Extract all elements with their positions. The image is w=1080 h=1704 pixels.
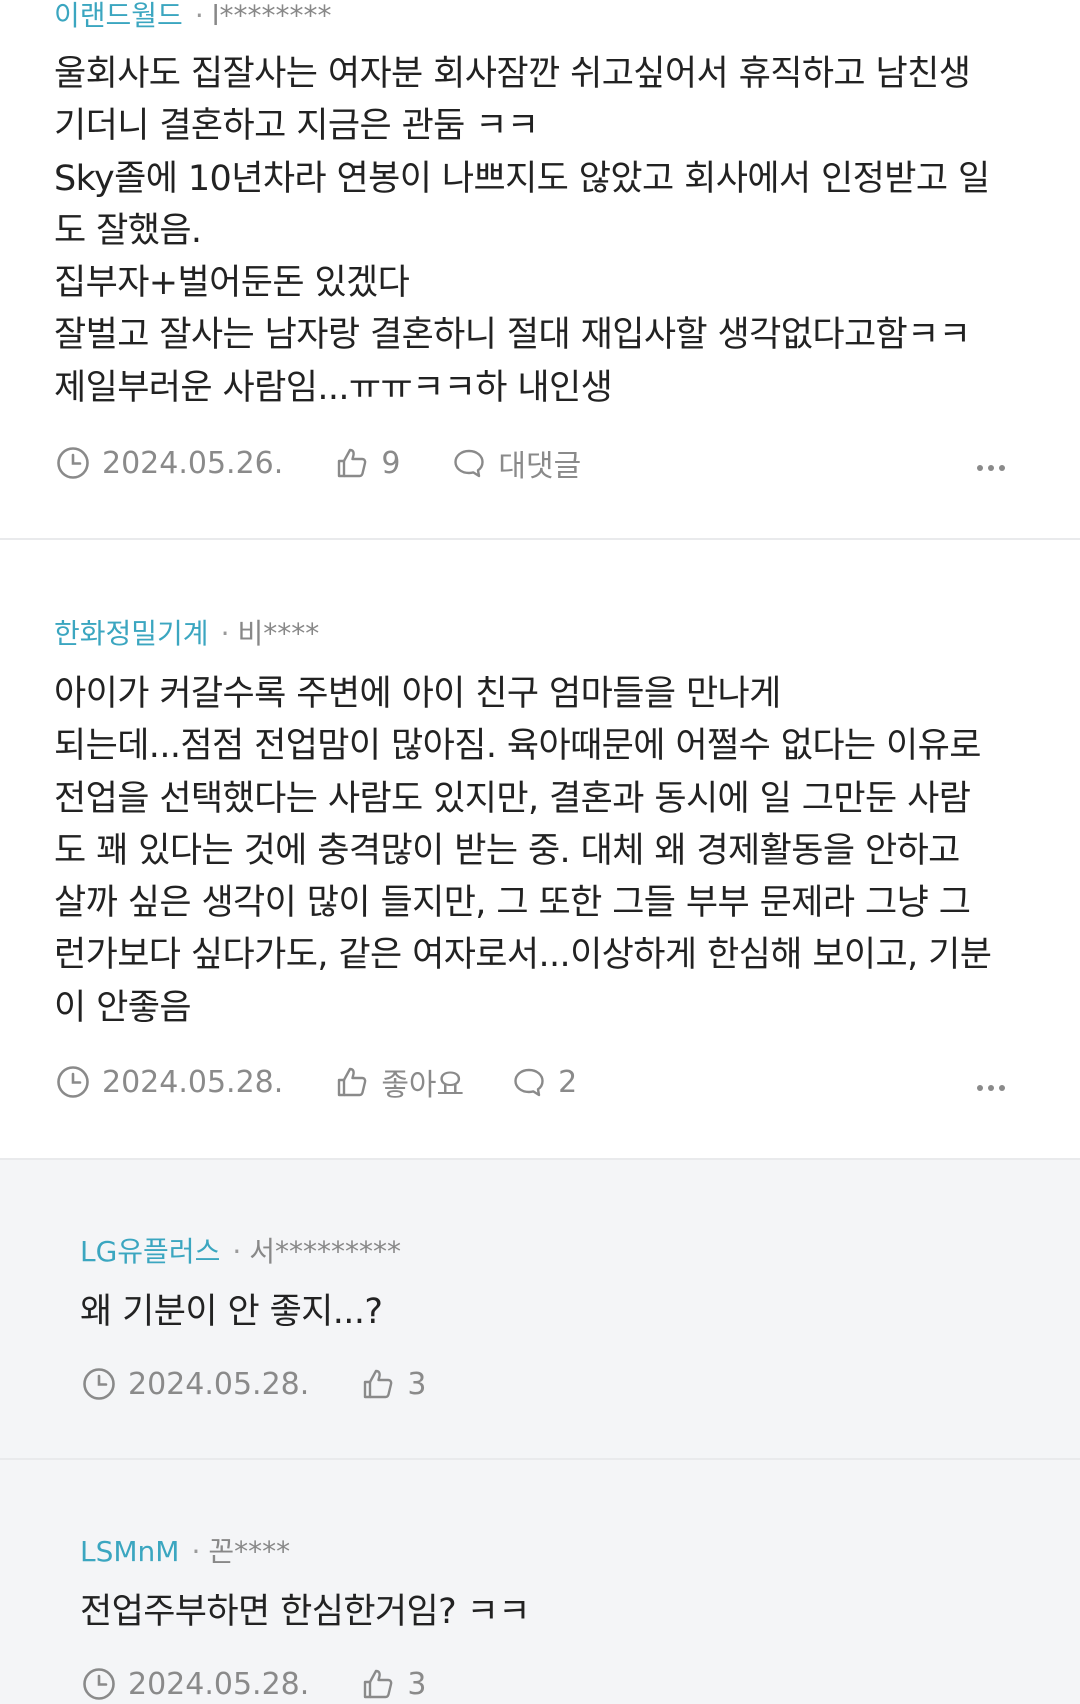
comment-meta: 2024.05.28. 3 — [80, 1364, 426, 1404]
like-count: 9 — [381, 445, 401, 481]
company-name[interactable]: 이랜드월드 — [54, 0, 183, 32]
thumbs-up-icon — [333, 1063, 371, 1101]
clock-icon — [54, 444, 92, 482]
comment-date: 2024.05.28. — [128, 1366, 310, 1402]
thumbs-up-icon — [359, 1665, 397, 1703]
like-button[interactable]: 9 — [333, 444, 400, 482]
comment: 이랜드월드 · l******** 울회사도 집잘사는 여자분 회사잠깐 쉬고싶… — [0, 0, 1080, 538]
speech-bubble-icon — [510, 1063, 548, 1101]
clock-icon — [80, 1365, 118, 1403]
date-group: 2024.05.26. — [54, 444, 283, 482]
company-name[interactable]: LSMnM — [80, 1536, 179, 1568]
reply-button[interactable]: 대댓글 — [450, 441, 581, 485]
reply-comment: LSMnM · 꼰**** 전업주부하면 한심한거임? ㅋㅋ 2024.05.2… — [0, 1460, 1080, 1704]
comment-date: 2024.05.28. — [102, 1064, 284, 1100]
comment-meta: 2024.05.28. 좋아요 2 — [54, 1060, 577, 1104]
more-dots-icon[interactable] — [977, 1085, 1005, 1091]
comment-header: LG유플러스 · 서********* — [80, 1236, 401, 1268]
comment-meta: 2024.05.26. 9 대댓글 — [54, 441, 581, 485]
comment-date: 2024.05.26. — [102, 445, 284, 481]
like-count: 3 — [407, 1666, 427, 1702]
comment-text: 전업주부하면 한심한거임? ㅋㅋ — [80, 1592, 530, 1632]
company-name[interactable]: 한화정밀기계 — [54, 618, 209, 650]
user-name: 꼰**** — [208, 1535, 291, 1568]
comment-header: 한화정밀기계 · 비**** — [54, 618, 319, 650]
separator-dot: · — [191, 1535, 201, 1568]
comment-header: 이랜드월드 · l******** — [54, 0, 332, 32]
comment-text: 왜 기분이 안 좋지...? — [80, 1292, 383, 1332]
comment-text: 아이가 커갈수록 주변에 아이 친구 엄마들을 만나게 되는데...점점 전업맘… — [54, 674, 992, 1028]
reply-label: 대댓글 — [498, 449, 582, 484]
comment-meta: 2024.05.28. 3 — [80, 1664, 426, 1704]
comment-text: 울회사도 집잘사는 여자분 회사잠깐 쉬고싶어서 휴직하고 남친생 기더니 결혼… — [54, 54, 990, 408]
comment-date: 2024.05.28. — [128, 1666, 310, 1702]
separator-dot: · — [232, 1235, 242, 1268]
date-group: 2024.05.28. — [54, 1063, 283, 1101]
comment-header: LSMnM · 꼰**** — [80, 1536, 290, 1568]
date-group: 2024.05.28. — [80, 1665, 309, 1703]
reply-comment: LG유플러스 · 서********* 왜 기분이 안 좋지...? 2024.… — [0, 1160, 1080, 1458]
like-label: 좋아요 — [381, 1068, 465, 1103]
reply-button[interactable]: 2 — [510, 1063, 577, 1101]
like-button[interactable]: 3 — [359, 1365, 426, 1403]
separator-dot: · — [194, 0, 204, 32]
clock-icon — [54, 1063, 92, 1101]
like-button[interactable]: 3 — [359, 1665, 426, 1703]
comment: 한화정밀기계 · 비**** 아이가 커갈수록 주변에 아이 친구 엄마들을 만… — [0, 540, 1080, 1158]
clock-icon — [80, 1665, 118, 1703]
date-group: 2024.05.28. — [80, 1365, 309, 1403]
comment-list: 이랜드월드 · l******** 울회사도 집잘사는 여자분 회사잠깐 쉬고싶… — [0, 0, 1080, 1704]
separator-dot: · — [220, 617, 230, 650]
user-name: 비**** — [237, 617, 320, 650]
more-dots-icon[interactable] — [977, 465, 1005, 471]
thumbs-up-icon — [333, 444, 371, 482]
like-button[interactable]: 좋아요 — [333, 1060, 464, 1104]
user-name: l******** — [211, 0, 332, 32]
like-count: 3 — [407, 1366, 427, 1402]
company-name[interactable]: LG유플러스 — [80, 1236, 220, 1268]
speech-bubble-icon — [450, 444, 488, 482]
thumbs-up-icon — [359, 1365, 397, 1403]
user-name: 서********* — [249, 1235, 402, 1268]
reply-count: 2 — [558, 1064, 578, 1100]
